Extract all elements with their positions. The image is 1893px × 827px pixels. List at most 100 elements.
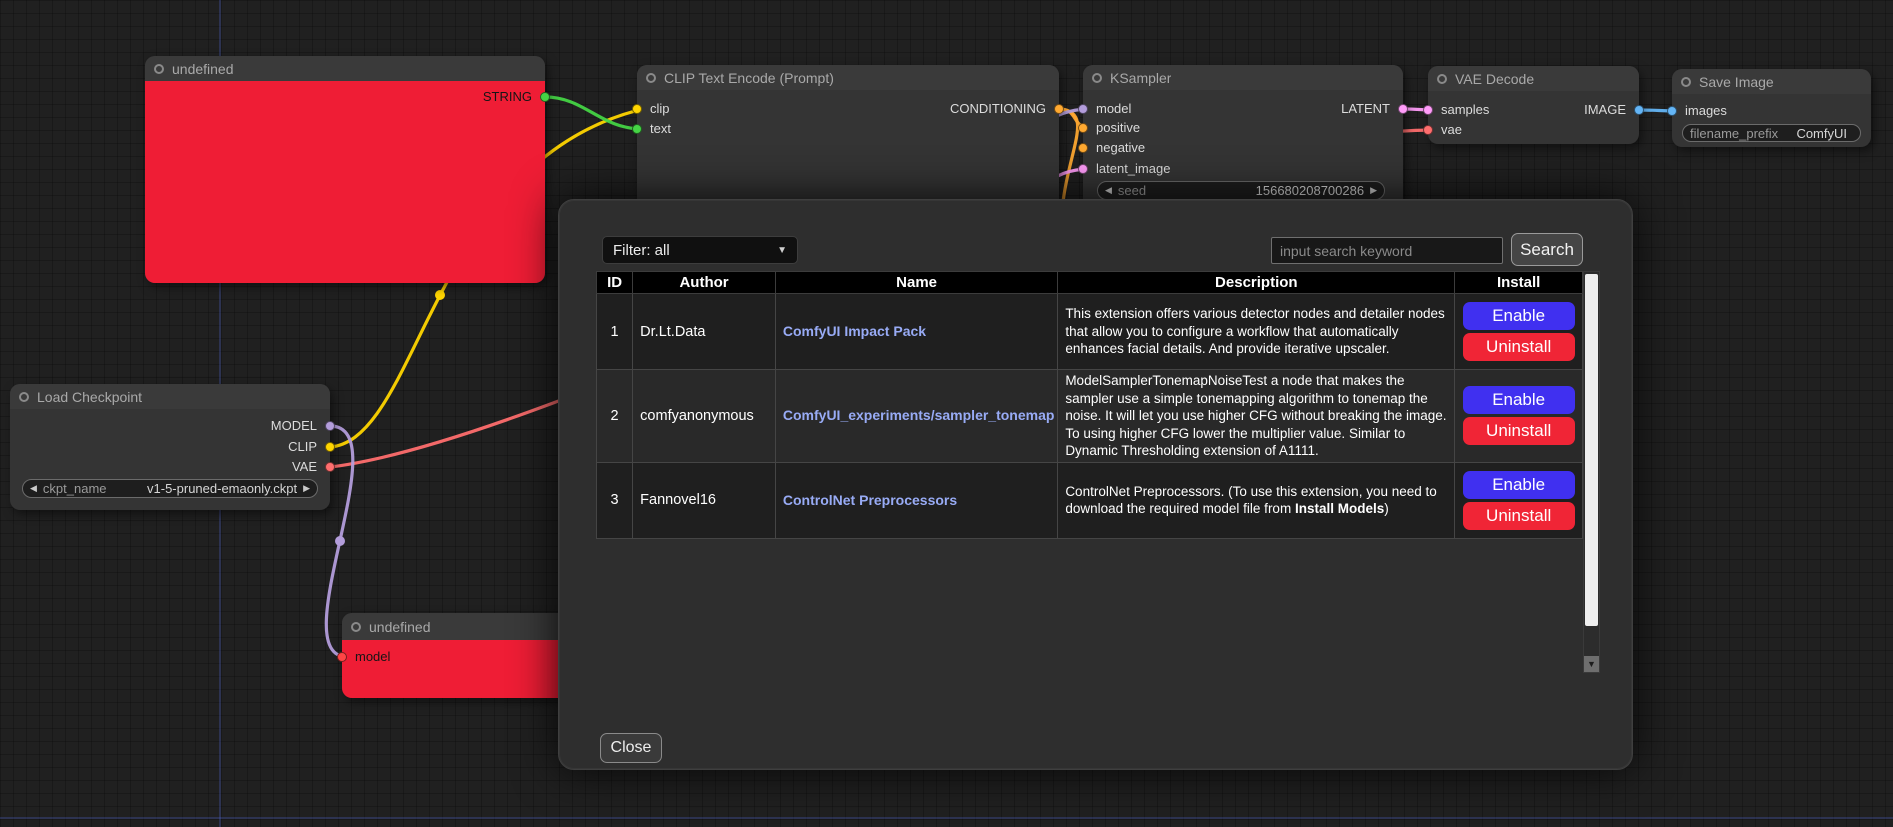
uninstall-button[interactable]: Uninstall bbox=[1463, 502, 1575, 530]
node-load-checkpoint-header[interactable]: Load Checkpoint bbox=[10, 384, 330, 409]
collapse-dot-icon[interactable] bbox=[19, 392, 29, 402]
filter-select[interactable]: Filter: all ▼ bbox=[602, 236, 798, 264]
slot-dot-string[interactable] bbox=[540, 92, 550, 102]
slot-dot-conditioning[interactable] bbox=[1054, 104, 1064, 114]
widget-value: v1-5-pruned-emaonly.ckpt bbox=[147, 481, 297, 496]
scroll-down-icon[interactable]: ▼ bbox=[1584, 656, 1599, 672]
node-clip-text-encode-header[interactable]: CLIP Text Encode (Prompt) bbox=[637, 65, 1059, 90]
ckpt-name-widget[interactable]: ◀ ckpt_name v1-5-pruned-emaonly.ckpt ▶ bbox=[22, 479, 318, 498]
extension-table: ID Author Name Description Install 1 Dr.… bbox=[596, 271, 1583, 539]
slot-dot-image[interactable] bbox=[1634, 105, 1644, 115]
slot-label: CLIP bbox=[288, 439, 330, 454]
slot-input-negative: negative bbox=[1083, 138, 1403, 158]
col-header-description: Description bbox=[1058, 272, 1455, 294]
slot-dot-images[interactable] bbox=[1667, 106, 1677, 116]
node-undefined-top-header[interactable]: undefined bbox=[145, 56, 545, 81]
decrement-icon[interactable]: ◀ bbox=[1105, 186, 1112, 195]
widget-label: ckpt_name bbox=[43, 481, 107, 496]
slot-dot-positive[interactable] bbox=[1078, 123, 1088, 133]
chevron-down-icon: ▼ bbox=[777, 245, 787, 256]
node-graph-canvas[interactable]: undefined STRING CLIP Text Encode (Promp… bbox=[0, 0, 1893, 827]
slot-label: MODEL bbox=[271, 418, 330, 433]
collapse-dot-icon[interactable] bbox=[1092, 73, 1102, 83]
slot-label: latent_image bbox=[1083, 161, 1170, 176]
slot-label: CONDITIONING bbox=[950, 101, 1059, 116]
slot-dot-model[interactable] bbox=[337, 652, 347, 662]
node-vae-decode[interactable]: VAE Decode samples vae IMAGE bbox=[1428, 66, 1639, 144]
slot-label: model bbox=[342, 649, 390, 664]
extension-link[interactable]: ComfyUI Impact Pack bbox=[783, 323, 926, 339]
close-button[interactable]: Close bbox=[600, 733, 662, 763]
node-vae-decode-header[interactable]: VAE Decode bbox=[1428, 66, 1639, 91]
node-title: Save Image bbox=[1699, 74, 1774, 90]
enable-button[interactable]: Enable bbox=[1463, 302, 1575, 330]
widget-label: seed bbox=[1118, 183, 1146, 198]
enable-button[interactable]: Enable bbox=[1463, 386, 1575, 414]
filename-prefix-widget[interactable]: filename_prefix ComfyUI bbox=[1682, 124, 1861, 142]
col-header-id: ID bbox=[597, 272, 633, 294]
slot-dot-negative[interactable] bbox=[1078, 143, 1088, 153]
cell-id: 1 bbox=[597, 294, 633, 370]
search-input[interactable] bbox=[1271, 237, 1503, 264]
slot-input-latent-image: latent_image bbox=[1083, 159, 1403, 179]
increment-icon[interactable]: ▶ bbox=[1370, 186, 1377, 195]
cell-author: comfyanonymous bbox=[633, 370, 776, 463]
slot-output-conditioning: CONDITIONING bbox=[637, 99, 1059, 119]
node-title: VAE Decode bbox=[1455, 71, 1534, 87]
slot-dot-vae[interactable] bbox=[1423, 125, 1433, 135]
node-title: undefined bbox=[172, 61, 234, 77]
slot-label: positive bbox=[1083, 120, 1140, 135]
wire-midpoint-dot-model[interactable] bbox=[335, 536, 345, 546]
node-undefined-bottom-header[interactable]: undefined bbox=[342, 613, 572, 640]
cell-author: Dr.Lt.Data bbox=[633, 294, 776, 370]
collapse-dot-icon[interactable] bbox=[154, 64, 164, 74]
collapse-dot-icon[interactable] bbox=[1681, 77, 1691, 87]
extension-manager-dialog: Filter: all ▼ Search ID Author Name Desc… bbox=[558, 199, 1633, 770]
node-ksampler-header[interactable]: KSampler bbox=[1083, 65, 1403, 90]
collapse-dot-icon[interactable] bbox=[351, 622, 361, 632]
slot-input-model: model bbox=[342, 647, 572, 667]
slot-dot-vae[interactable] bbox=[325, 462, 335, 472]
previous-option-icon[interactable]: ◀ bbox=[30, 484, 37, 493]
scrollbar-thumb[interactable] bbox=[1585, 274, 1598, 626]
uninstall-button[interactable]: Uninstall bbox=[1463, 417, 1575, 445]
cell-description: ModelSamplerTonemapNoiseTest a node that… bbox=[1058, 370, 1455, 463]
seed-widget[interactable]: ◀ seed 156680208700286 ▶ bbox=[1097, 181, 1385, 200]
enable-button[interactable]: Enable bbox=[1463, 471, 1575, 499]
slot-dot-latent-image[interactable] bbox=[1078, 164, 1088, 174]
node-undefined-top[interactable]: undefined STRING bbox=[145, 56, 545, 283]
slot-dot-model[interactable] bbox=[325, 421, 335, 431]
node-error-body bbox=[145, 81, 545, 283]
filter-select-value: Filter: all bbox=[613, 242, 670, 259]
extension-link[interactable]: ComfyUI_experiments/sampler_tonemap bbox=[783, 407, 1055, 423]
slot-output-string: STRING bbox=[145, 87, 545, 107]
node-title: CLIP Text Encode (Prompt) bbox=[664, 70, 834, 86]
node-save-image[interactable]: Save Image images filename_prefix ComfyU… bbox=[1672, 69, 1871, 147]
node-save-image-header[interactable]: Save Image bbox=[1672, 69, 1871, 94]
slot-dot-text[interactable] bbox=[632, 124, 642, 134]
node-undefined-bottom[interactable]: undefined model bbox=[342, 613, 572, 698]
table-header-row: ID Author Name Description Install bbox=[597, 272, 1583, 294]
col-header-author: Author bbox=[633, 272, 776, 294]
search-button[interactable]: Search bbox=[1511, 233, 1583, 266]
extension-link[interactable]: ControlNet Preprocessors bbox=[783, 492, 957, 508]
slot-output-vae: VAE bbox=[10, 457, 330, 477]
next-option-icon[interactable]: ▶ bbox=[303, 484, 310, 493]
node-load-checkpoint[interactable]: Load Checkpoint MODEL CLIP VAE ◀ ckpt_na… bbox=[10, 384, 330, 510]
collapse-dot-icon[interactable] bbox=[1437, 74, 1447, 84]
node-title: KSampler bbox=[1110, 70, 1171, 86]
col-header-name: Name bbox=[775, 272, 1057, 294]
slot-input-text: text bbox=[637, 119, 1059, 139]
slot-label: vae bbox=[1428, 122, 1462, 137]
slot-dot-clip[interactable] bbox=[325, 442, 335, 452]
cell-description: ControlNet Preprocessors. (To use this e… bbox=[1058, 462, 1455, 538]
slot-label: LATENT bbox=[1341, 101, 1403, 116]
slot-input-positive: positive bbox=[1083, 118, 1403, 138]
table-scrollbar[interactable]: ▼ bbox=[1583, 271, 1600, 673]
slot-dot-latent[interactable] bbox=[1398, 104, 1408, 114]
collapse-dot-icon[interactable] bbox=[646, 73, 656, 83]
uninstall-button[interactable]: Uninstall bbox=[1463, 333, 1575, 361]
wire-midpoint-dot-clip[interactable] bbox=[435, 290, 445, 300]
widget-label: filename_prefix bbox=[1690, 126, 1778, 141]
cell-install: Enable Uninstall bbox=[1455, 462, 1583, 538]
